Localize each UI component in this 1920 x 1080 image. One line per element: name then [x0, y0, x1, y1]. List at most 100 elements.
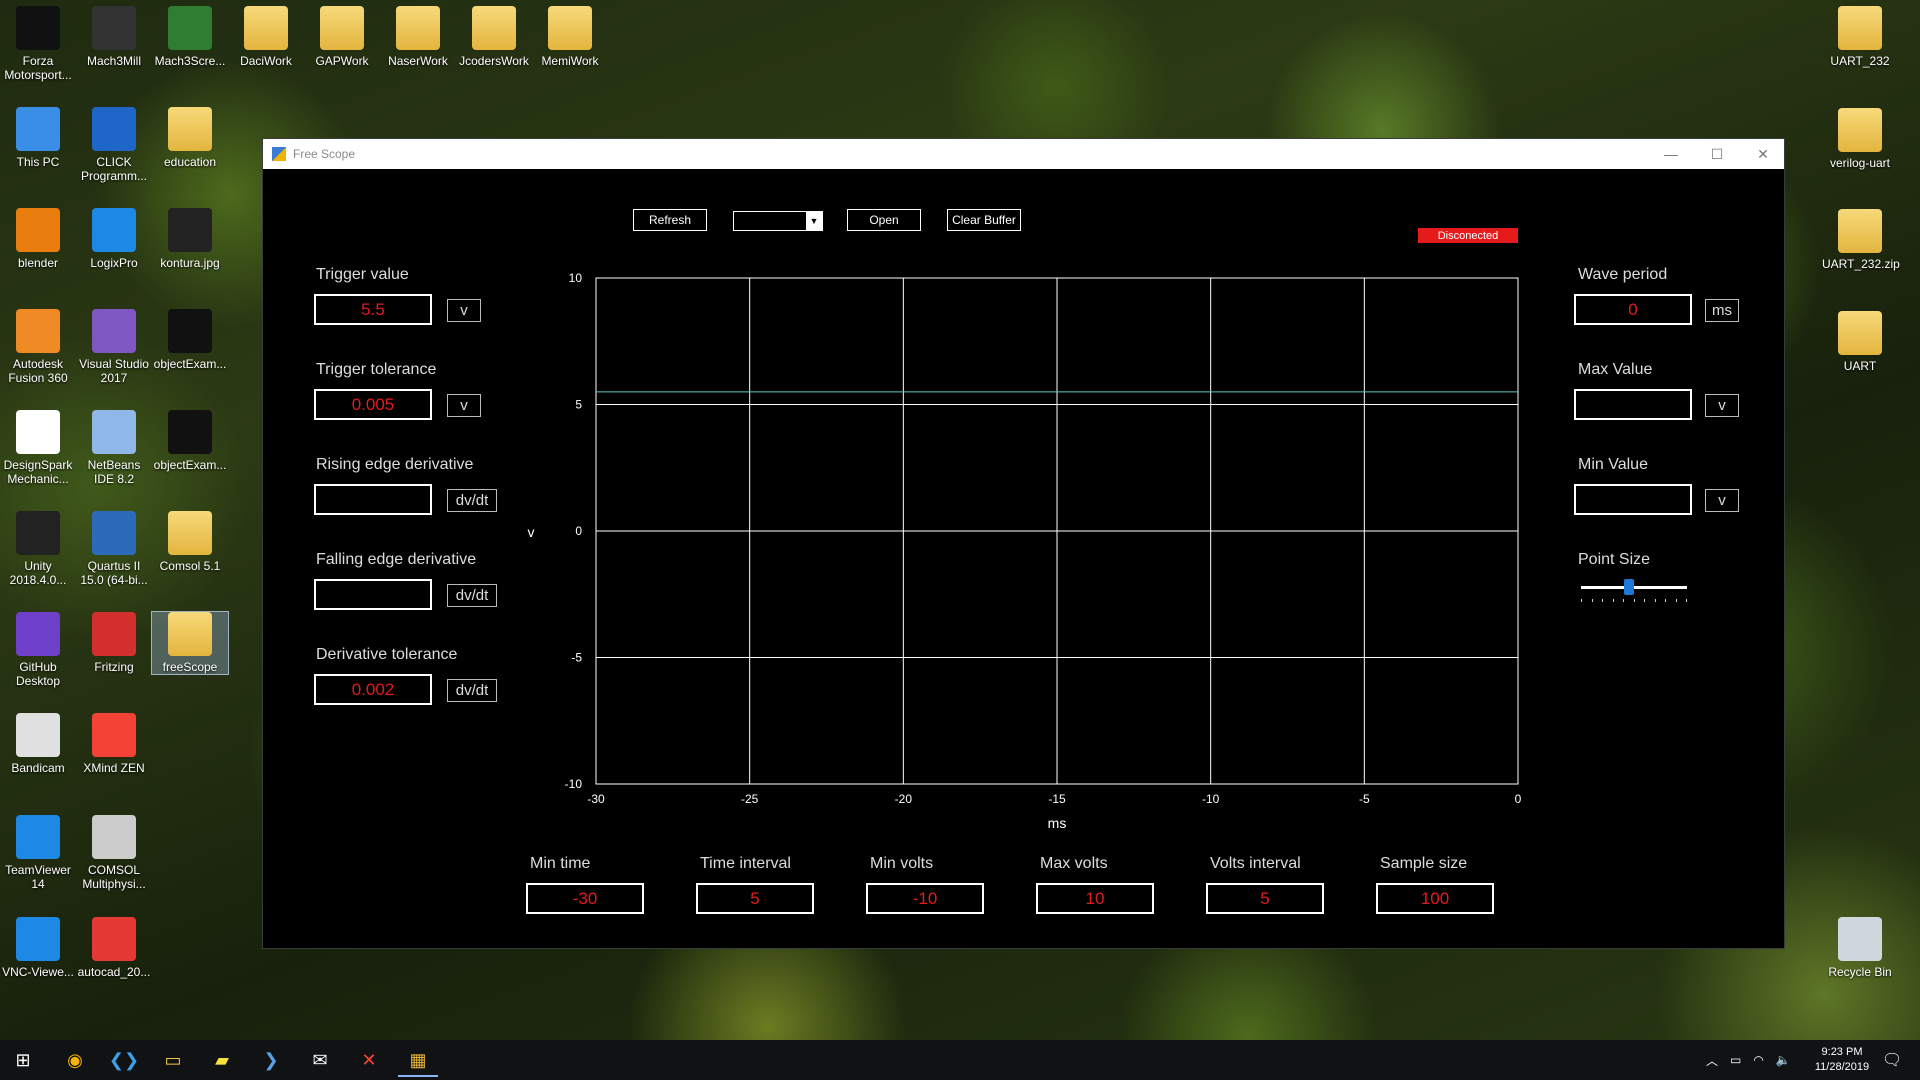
wifi-icon[interactable]: ◠ — [1753, 1053, 1763, 1067]
desktop-icon[interactable]: objectExam... — [152, 410, 228, 472]
x-axis-title: ms — [1048, 815, 1067, 829]
clock-date: 11/28/2019 — [1814, 1061, 1870, 1073]
vnc-icon — [16, 917, 60, 961]
desktop-icon-label: Unity 2018.4.0... — [9, 559, 67, 587]
desktop-icon[interactable]: UART — [1822, 311, 1898, 373]
desktop-icon-label: kontura.jpg — [160, 256, 220, 270]
battery-icon[interactable]: ▭ — [1730, 1053, 1741, 1067]
desktop-icon[interactable]: DesignSpark Mechanic... — [0, 410, 76, 486]
desktop-icon[interactable]: education — [152, 107, 228, 169]
desktop-icon[interactable]: MemiWork — [532, 6, 608, 68]
bottom-field-input[interactable]: -30 — [526, 883, 644, 914]
desktop-icon[interactable]: Fritzing — [76, 612, 152, 674]
desktop-icon-label: education — [163, 155, 217, 169]
folder-icon — [548, 6, 592, 50]
desktop-icon[interactable]: LogixPro — [76, 208, 152, 270]
comsol-icon — [92, 815, 136, 859]
desktop-icon[interactable]: VNC-Viewe... — [0, 917, 76, 979]
desktop-icon[interactable]: objectExam... — [152, 309, 228, 371]
desktop-icon-label: DesignSpark Mechanic... — [3, 458, 73, 486]
folder-icon — [396, 6, 440, 50]
desktop-icon[interactable]: Comsol 5.1 — [152, 511, 228, 573]
desktop-icon-label: JcodersWork — [459, 54, 529, 68]
visual-studio-icon — [92, 309, 136, 353]
desktop-icon[interactable]: JcodersWork — [456, 6, 532, 68]
desktop-icon-label: DaciWork — [240, 54, 292, 68]
desktop-icon-label: CLICK Programm... — [80, 155, 147, 183]
bandicam-icon — [16, 713, 60, 757]
y-tick-label: 10 — [569, 271, 583, 285]
desktop-icon[interactable]: GAPWork — [304, 6, 380, 68]
x-tick-label: 0 — [1515, 792, 1522, 806]
xmind-icon[interactable]: ✕ — [349, 1045, 389, 1075]
desktop-icon[interactable]: NetBeans IDE 8.2 — [76, 410, 152, 486]
folder-icon — [472, 6, 516, 50]
desktop-icon[interactable]: DaciWork — [228, 6, 304, 68]
blender-icon — [16, 208, 60, 252]
desktop-icon[interactable]: kontura.jpg — [152, 208, 228, 270]
desktop-icon[interactable]: CLICK Programm... — [76, 107, 152, 183]
unity-icon — [16, 511, 60, 555]
bottom-field-input[interactable]: 100 — [1376, 883, 1494, 914]
desktop-icon[interactable]: Mach3Scre... — [152, 6, 228, 68]
desktop-icon[interactable]: blender — [0, 208, 76, 270]
windows-start-icon[interactable]: ⊞ — [3, 1045, 43, 1075]
file-explorer-icon[interactable]: ▭ — [153, 1045, 193, 1075]
desktop-icon[interactable]: NaserWork — [380, 6, 456, 68]
notifications-icon[interactable]: 🗨 — [1882, 1040, 1902, 1080]
folder-icon — [244, 6, 288, 50]
desktop-icon-label: UART — [1843, 359, 1877, 373]
desktop-icon-label: Quartus II 15.0 (64-bi... — [80, 559, 148, 587]
desktop-icon[interactable]: UART_232 — [1822, 6, 1898, 68]
bottom-field-input[interactable]: -10 — [866, 883, 984, 914]
x-tick-label: -30 — [587, 792, 605, 806]
powershell-icon[interactable]: ❯ — [251, 1045, 291, 1075]
free-scope-window: Free Scope — ☐ ✕ Refresh ▼ Open Clear Bu… — [262, 138, 1785, 949]
bottom-field-input[interactable]: 10 — [1036, 883, 1154, 914]
desktop-icon[interactable]: verilog-uart — [1822, 108, 1898, 170]
sticky-notes-icon[interactable]: ▰ — [202, 1045, 242, 1075]
desktop-icon[interactable]: TeamViewer 14 — [0, 815, 76, 891]
bottom-field-input[interactable]: 5 — [696, 883, 814, 914]
desktop-icon-label: Fritzing — [94, 660, 134, 674]
desktop-icon[interactable]: Forza Motorsport... — [0, 6, 76, 82]
desktop-icon[interactable]: Unity 2018.4.0... — [0, 511, 76, 587]
desktop-icon-label: VNC-Viewe... — [2, 965, 74, 979]
vscode-icon[interactable]: ❮❯ — [104, 1045, 144, 1075]
bottom-field-label: Sample size — [1380, 855, 1468, 872]
desktop-icon[interactable]: COMSOL Multiphysi... — [76, 815, 152, 891]
desktop-icon[interactable]: This PC — [0, 107, 76, 169]
desktop-icon[interactable]: Autodesk Fusion 360 — [0, 309, 76, 385]
taskbar: ⊞ ◉ ❮❯ ▭ ▰ ❯ ✉ ✕ ▦ ︿ ▭ ◠ 🔈 9:23 PM 11/28/2019 🗨 — [0, 1040, 1920, 1080]
desktop-icon[interactable]: GitHub Desktop — [0, 612, 76, 688]
bottom-field-input[interactable]: 5 — [1206, 883, 1324, 914]
desktop-icon[interactable]: Mach3Mill — [76, 6, 152, 68]
y-tick-label: 0 — [575, 524, 582, 538]
desktop-icon-label: Mach3Scre... — [154, 54, 226, 68]
desktop-icon-label: MemiWork — [541, 54, 599, 68]
forza-icon — [16, 6, 60, 50]
desktop-icon-label: LogixPro — [90, 256, 138, 270]
desktop-icon[interactable]: XMind ZEN — [76, 713, 152, 775]
x-tick-label: -5 — [1359, 792, 1370, 806]
desktop-icon-label: blender — [17, 256, 59, 270]
mail-icon[interactable]: ✉ — [300, 1045, 340, 1075]
logixpro-icon — [92, 208, 136, 252]
desktop-icon-label: freeScope — [162, 660, 218, 674]
desktop-icon[interactable]: Visual Studio 2017 — [76, 309, 152, 385]
chrome-icon[interactable]: ◉ — [55, 1045, 95, 1075]
desktop-icon[interactable]: Bandicam — [0, 713, 76, 775]
volume-icon[interactable]: 🔈 — [1776, 1053, 1791, 1067]
desktop-icon[interactable]: Recycle Bin — [1822, 917, 1898, 979]
folder-icon — [168, 612, 212, 656]
pdf-folder-icon — [320, 6, 364, 50]
free-scope-app-icon[interactable]: ▦ — [398, 1045, 438, 1077]
chevron-up-icon[interactable]: ︿ — [1706, 1052, 1718, 1069]
fusion-icon — [16, 309, 60, 353]
desktop-icon[interactable]: autocad_20... — [76, 917, 152, 979]
desktop-icon[interactable]: UART_232.zip — [1822, 209, 1900, 271]
desktop-icon[interactable]: freeScope — [151, 611, 229, 675]
clock[interactable]: 9:23 PM 11/28/2019 — [1812, 1040, 1872, 1080]
desktop-icon[interactable]: Quartus II 15.0 (64-bi... — [76, 511, 152, 587]
designspark-icon — [16, 410, 60, 454]
